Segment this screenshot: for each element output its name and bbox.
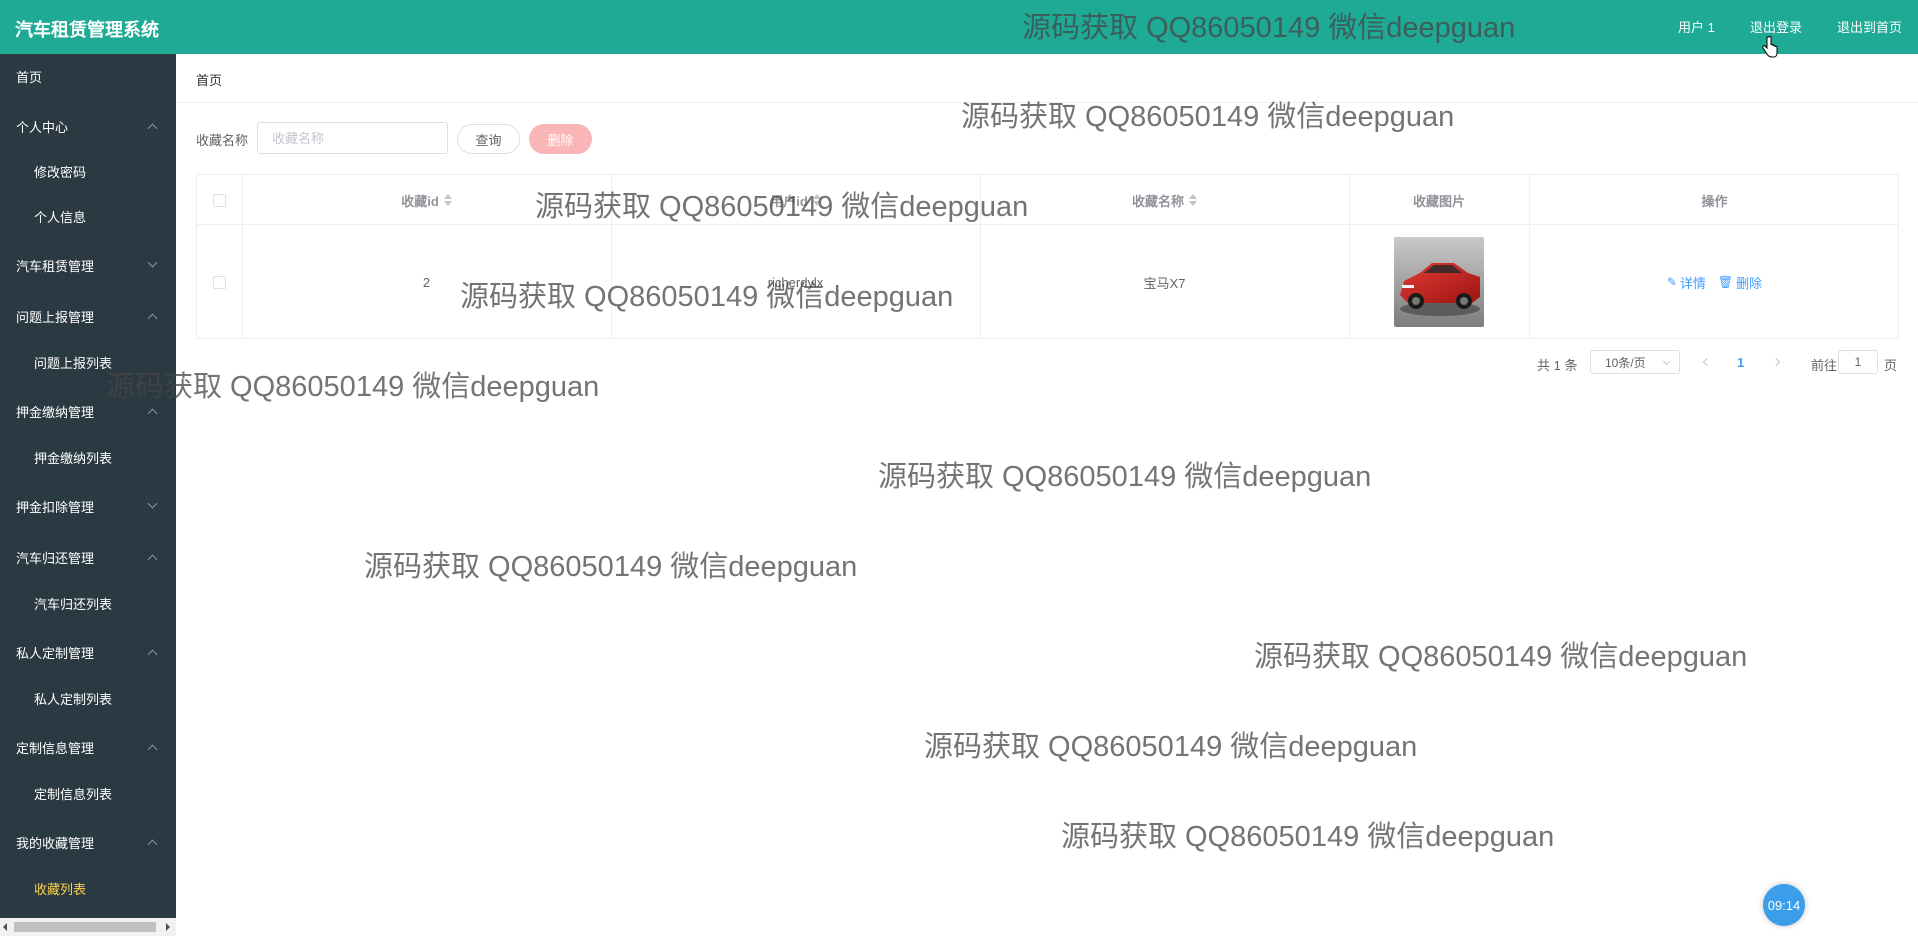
chevron-up-icon [147,839,158,850]
row-checkbox[interactable] [213,275,226,289]
batch-delete-button[interactable]: 删除 [529,124,592,154]
search-label: 收藏名称 [196,133,249,148]
favorites-table: 收藏id 用户id 收藏名称 收藏图片 操作 2 richerdylx 宝马X7 [196,174,1899,339]
column-header-image: 收藏图片 [1412,193,1465,209]
watermark-text: 源码获取 QQ86050149 微信deepguan [106,371,600,403]
chevron-down-icon [147,498,158,509]
watermark-text: 源码获取 QQ86050149 微信deepguan [961,101,1455,133]
column-header-user-id[interactable]: 用户id [611,175,980,225]
cell-id: 2 [422,274,431,290]
search-input[interactable] [257,122,448,154]
watermark-text: 源码获取 QQ86050149 微信deepguan [1254,641,1748,673]
sidebar-item-car-return[interactable]: 汽车归还管理 [0,535,176,579]
chevron-up-icon [147,408,158,419]
sidebar-item-deposit-deduction[interactable]: 押金扣除管理 [0,484,176,528]
cell-user-id: richerdylx [767,274,824,290]
delete-link[interactable]: 🗑 删除 [1718,273,1762,292]
table-row: 2 richerdylx 宝马X7 ✎ 详情 🗑 删除 [197,225,1898,339]
query-button[interactable]: 查询 [457,124,520,154]
chevron-up-icon [147,554,158,565]
scroll-right-icon[interactable] [166,923,170,931]
chevron-down-icon [1662,357,1671,366]
sidebar-item-home[interactable]: 首页 [0,54,176,98]
user-menu[interactable]: 用户 1 [1678,17,1715,36]
table-header-row: 收藏id 用户id 收藏名称 收藏图片 操作 [197,175,1898,225]
chevron-up-icon [147,744,158,755]
page-unit-label: 页 [1884,358,1898,373]
column-header-actions: 操作 [1701,193,1728,209]
select-all-checkbox[interactable] [213,193,226,207]
column-header-id[interactable]: 收藏id [242,175,611,225]
chevron-up-icon [147,649,158,660]
sidebar-item-deposit-payment-list[interactable]: 押金缴纳列表 [0,435,176,479]
sidebar-item-issue-report[interactable]: 问题上报管理 [0,294,176,338]
scrollbar-thumb[interactable] [14,922,156,932]
sidebar: 首页 个人中心 修改密码 个人信息 汽车租赁管理 问题上报管理 问题上报列表 押… [0,54,176,936]
sidebar-item-issue-report-list[interactable]: 问题上报列表 [0,340,176,384]
sidebar-item-my-favorites[interactable]: 我的收藏管理 [0,820,176,864]
sidebar-item-change-password[interactable]: 修改密码 [0,149,176,193]
watermark-text: 源码获取 QQ86050149 微信deepguan [364,551,858,583]
sidebar-item-car-return-list[interactable]: 汽车归还列表 [0,581,176,625]
watermark-text: 源码获取 QQ86050149 微信deepguan [878,461,1372,493]
hand-cursor-icon [1762,36,1778,58]
detail-link[interactable]: ✎ 详情 [1667,273,1706,292]
breadcrumb-divider [176,102,1918,103]
goto-page-input[interactable] [1838,350,1878,374]
sidebar-item-private-custom-list[interactable]: 私人定制列表 [0,676,176,720]
cell-name: 宝马X7 [1143,275,1186,291]
sidebar-item-custom-info[interactable]: 定制信息管理 [0,725,176,769]
breadcrumb[interactable]: 首页 [196,70,222,89]
scroll-left-icon[interactable] [3,923,7,931]
pagination-total: 共 1 条 [1537,358,1578,373]
sidebar-item-deposit-payment[interactable]: 押金缴纳管理 [0,389,176,433]
sidebar-item-car-rental[interactable]: 汽车租赁管理 [0,243,176,287]
sidebar-item-private-custom[interactable]: 私人定制管理 [0,630,176,674]
edit-icon: ✎ [1666,275,1677,289]
prev-page-icon[interactable] [1700,356,1712,368]
next-page-icon[interactable] [1772,356,1784,368]
sidebar-item-personal-center[interactable]: 个人中心 [0,104,176,148]
clock-badge[interactable]: 09:14 [1763,884,1805,926]
sidebar-item-favorites-list[interactable]: 收藏列表 [0,866,176,910]
column-header-name[interactable]: 收藏名称 [980,175,1349,225]
logout-link[interactable]: 退出登录 [1750,17,1802,36]
watermark-text: 源码获取 QQ86050149 微信deepguan [924,731,1418,763]
sidebar-horizontal-scrollbar[interactable] [0,918,176,936]
page-number-current[interactable]: 1 [1737,355,1744,370]
app-title: 汽车租赁管理系统 [15,20,159,40]
sidebar-item-personal-info[interactable]: 个人信息 [0,194,176,238]
sort-icon[interactable] [443,194,452,206]
page-size-select[interactable]: 10条/页 [1590,350,1680,374]
chevron-up-icon [147,313,158,324]
car-thumbnail-image[interactable] [1394,237,1484,327]
goto-label: 前往 [1811,358,1838,373]
sort-icon[interactable] [812,194,821,206]
sort-icon[interactable] [1189,194,1197,206]
sidebar-item-custom-info-list[interactable]: 定制信息列表 [0,771,176,815]
chevron-down-icon [147,257,158,268]
chevron-up-icon [147,123,158,134]
trash-icon: 🗑 [1717,275,1734,289]
watermark-text: 源码获取 QQ86050149 微信deepguan [1061,821,1555,853]
exit-home-link[interactable]: 退出到首页 [1837,17,1902,36]
top-header: 汽车租赁管理系统 用户 1 退出登录 退出到首页 [0,0,1918,54]
